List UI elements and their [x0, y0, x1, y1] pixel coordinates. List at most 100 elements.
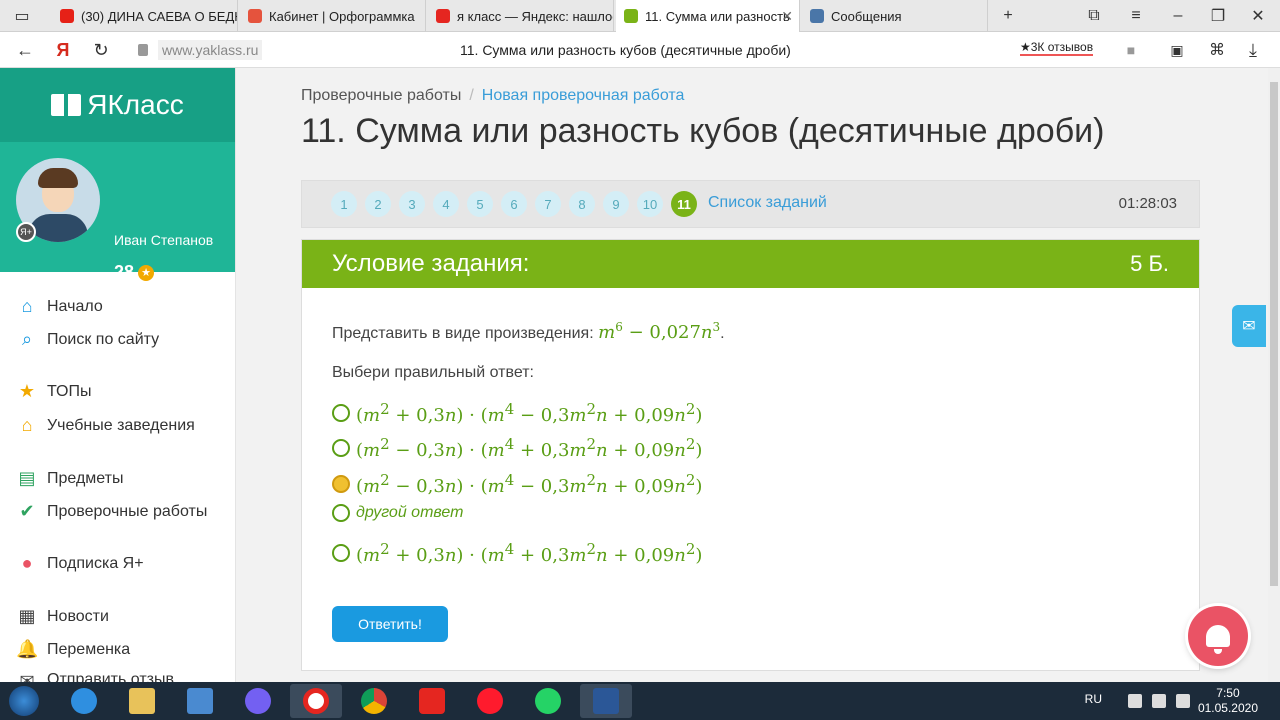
menu-break[interactable]: 🔔 Переменка: [16, 639, 130, 660]
question-number[interactable]: 8: [569, 191, 595, 217]
mail-icon[interactable]: ✉: [1232, 305, 1266, 347]
bookmark-icon[interactable]: ■: [1120, 39, 1142, 61]
menu-tests[interactable]: ✔ Проверочные работы: [16, 501, 207, 522]
yandex-browser-icon[interactable]: [290, 684, 342, 718]
answer-option[interactable]: другой ответ: [332, 504, 463, 522]
menu-label: Учебные заведения: [47, 416, 195, 434]
question-number[interactable]: 6: [501, 191, 527, 217]
maximize-icon[interactable]: ❐: [1208, 6, 1228, 26]
radio-button[interactable]: [332, 439, 350, 457]
logout-icon: ⇥: [114, 314, 125, 329]
back-icon[interactable]: ←: [14, 39, 36, 61]
breadcrumb-current[interactable]: Новая проверочная работа: [482, 87, 685, 104]
question-number[interactable]: 7: [535, 191, 561, 217]
menu-icon[interactable]: ≡: [1126, 6, 1146, 26]
word-icon[interactable]: [580, 684, 632, 718]
chrome-icon[interactable]: [348, 684, 400, 718]
question-number[interactable]: 3: [399, 191, 425, 217]
media-icon[interactable]: [174, 684, 226, 718]
menu-subjects[interactable]: ▤ Предметы: [16, 468, 123, 489]
language-indicator[interactable]: RU: [1085, 692, 1102, 706]
submit-answer-button[interactable]: Ответить!: [332, 606, 448, 642]
radio-button[interactable]: [332, 404, 350, 422]
news-icon: ▦: [18, 606, 36, 626]
bookmarks-icon[interactable]: ⧉: [1084, 6, 1104, 26]
page-title: 11. Сумма или разность кубов (десятичные…: [301, 112, 1105, 150]
menu-subscription[interactable]: ● Подписка Я+: [16, 553, 144, 574]
menu-label: Подписка Я+: [47, 554, 144, 572]
question-number[interactable]: 4: [433, 191, 459, 217]
question-number[interactable]: 1: [331, 191, 357, 217]
menu-schools[interactable]: ⌂ Учебные заведения: [16, 415, 195, 436]
clock-time: 7:50: [1216, 686, 1240, 700]
clock[interactable]: 7:50 01.05.2020: [1198, 686, 1258, 716]
answer-option-selected[interactable]: (m2 − 0,3n) · (m4 − 0,3m2n + 0,09n2): [332, 471, 702, 497]
close-tab-icon[interactable]: ✕: [781, 8, 793, 25]
menu-label: Предметы: [47, 469, 124, 487]
scrollbar-thumb[interactable]: [1270, 82, 1278, 586]
reviews-badge[interactable]: ★3К отзывов: [1020, 40, 1094, 56]
tray-volume-icon[interactable]: [1176, 694, 1190, 708]
minimize-icon[interactable]: –: [1168, 6, 1188, 26]
logout-link[interactable]: ⇥ Выйти: [114, 314, 178, 330]
breadcrumb-root[interactable]: Проверочные работы: [301, 87, 461, 104]
menu-feedback[interactable]: ✉ Отправить отзыв: [16, 671, 174, 682]
extensions-icon[interactable]: ⌘: [1206, 39, 1228, 61]
scrollbar[interactable]: [1268, 68, 1280, 682]
my-profile-link[interactable]: Мой профиль: [114, 292, 225, 307]
task-list-link[interactable]: Список заданий: [708, 194, 827, 212]
radio-button[interactable]: [332, 544, 350, 562]
answer-option[interactable]: (m2 − 0,3n) · (m4 + 0,3m2n + 0,09n2): [332, 435, 702, 461]
browser-tab-active[interactable]: 11. Сумма или разность ✕: [616, 0, 800, 32]
explorer-icon[interactable]: [116, 684, 168, 718]
viber-icon[interactable]: [232, 684, 284, 718]
reload-icon[interactable]: ↻: [90, 39, 112, 61]
answer-option[interactable]: (m2 + 0,3n) · (m4 − 0,3m2n + 0,09n2): [332, 400, 702, 426]
tabs-menu-icon[interactable]: ▭: [12, 6, 32, 26]
turbo-icon[interactable]: ▣: [1166, 39, 1188, 61]
menu-tops[interactable]: ★ ТОПы: [16, 381, 92, 402]
whatsapp-icon[interactable]: [522, 684, 574, 718]
option-other-answer: другой ответ: [356, 504, 464, 521]
close-window-icon[interactable]: ✕: [1248, 6, 1268, 26]
tray-network-icon[interactable]: [1152, 694, 1166, 708]
tray-flag-icon[interactable]: [1128, 694, 1142, 708]
logo[interactable]: ЯКласс: [0, 68, 235, 142]
question-number[interactable]: 9: [603, 191, 629, 217]
tab-label: я класс — Яндекс: нашлос: [457, 8, 614, 24]
statement-text: Представить в виде произведения:: [332, 325, 594, 342]
browser-tab[interactable]: Сообщения: [802, 0, 988, 32]
start-button[interactable]: [4, 682, 44, 720]
question-number[interactable]: 10: [637, 191, 663, 217]
yandex-home-icon[interactable]: Я: [52, 39, 74, 61]
radio-button-selected[interactable]: [332, 475, 350, 493]
question-number[interactable]: 5: [467, 191, 493, 217]
yandex-icon[interactable]: [406, 684, 458, 718]
browser-tab[interactable]: Кабинет | Орфограммка: [240, 0, 426, 32]
search-icon: ⌕: [21, 329, 33, 349]
notification-bell-button[interactable]: [1188, 606, 1248, 666]
radio-button[interactable]: [332, 504, 350, 522]
home-icon: ⌂: [21, 296, 33, 316]
answer-option[interactable]: (m2 + 0,3n) · (m4 + 0,3m2n + 0,09n2): [332, 540, 702, 566]
menu-home[interactable]: ⌂ Начало: [16, 296, 103, 317]
logo-book-icon: [51, 94, 82, 116]
logout-link-label: Выйти: [135, 314, 178, 330]
question-number-current[interactable]: 11: [671, 191, 697, 217]
downloads-icon[interactable]: ⤓: [1242, 39, 1264, 61]
star-icon: ★: [138, 265, 155, 281]
question-number[interactable]: 2: [365, 191, 391, 217]
url-field[interactable]: www.yaklass.ru 11. Сумма или разность ку…: [130, 38, 1006, 62]
browser-tab-bar: ▭ (30) ДИНА САЕВА О БЕДНС Кабинет | Орфо…: [0, 0, 1280, 32]
menu-search[interactable]: ⌕ Поиск по сайту: [16, 329, 159, 350]
taskbar: RU 7:50 01.05.2020: [0, 682, 1280, 720]
new-tab-icon[interactable]: +: [998, 6, 1018, 26]
menu-news[interactable]: ▦ Новости: [16, 606, 109, 627]
vk-icon: [810, 9, 824, 23]
ie-icon[interactable]: [58, 684, 110, 718]
browser-tab[interactable]: (30) ДИНА САЕВА О БЕДНС: [52, 0, 238, 32]
opera-icon[interactable]: [464, 684, 516, 718]
menu-label: Новости: [47, 607, 109, 625]
bell-icon: 🔔: [16, 639, 39, 659]
browser-tab[interactable]: я класс — Яндекс: нашлос: [428, 0, 614, 32]
